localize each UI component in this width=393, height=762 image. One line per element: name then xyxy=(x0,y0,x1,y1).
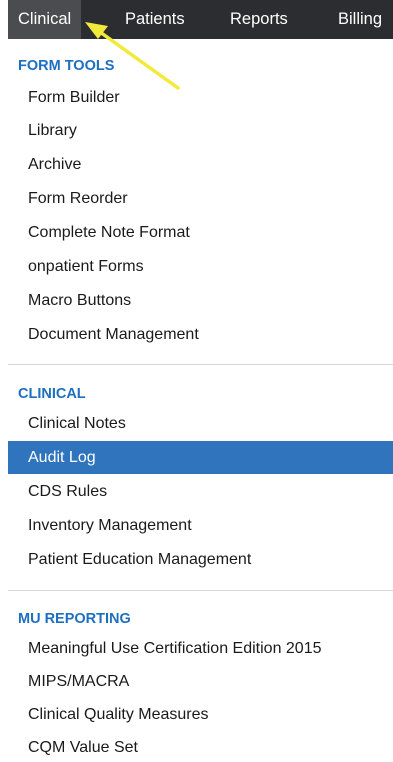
menu-item-label: Library xyxy=(28,122,77,139)
menu-item-label: onpatient Forms xyxy=(28,258,144,275)
menu-item-label: Document Management xyxy=(28,326,199,343)
menu-item-library[interactable]: Library xyxy=(8,114,393,147)
menu-item-archive[interactable]: Archive xyxy=(8,148,393,181)
page: Clinical Patients Reports Billing FORM T… xyxy=(0,0,393,762)
nav-tab-patients[interactable]: Patients xyxy=(125,0,185,39)
menu-item-label: Clinical Notes xyxy=(28,415,126,432)
section-divider xyxy=(8,364,393,365)
menu-item-label: Complete Note Format xyxy=(28,224,190,241)
nav-tab-clinical[interactable]: Clinical xyxy=(8,0,82,39)
menu-item-form-builder[interactable]: Form Builder xyxy=(8,81,393,114)
menu-item-label: Inventory Management xyxy=(28,517,192,534)
menu-item-macro-buttons[interactable]: Macro Buttons xyxy=(8,284,393,317)
menu-item-clinical-notes[interactable]: Clinical Notes xyxy=(8,407,393,440)
menu-item-document-management[interactable]: Document Management xyxy=(8,318,393,351)
menu-item-label: Clinical Quality Measures xyxy=(28,706,209,723)
menu-item-label: Macro Buttons xyxy=(28,292,132,309)
menu-item-label: Audit Log xyxy=(28,449,96,466)
menu-item-complete-note-format[interactable]: Complete Note Format xyxy=(8,216,393,249)
menu-item-label: CDS Rules xyxy=(28,483,108,500)
menu-item-clinical-quality-measures[interactable]: Clinical Quality Measures xyxy=(8,698,393,731)
menu-item-onpatient-forms[interactable]: onpatient Forms xyxy=(8,250,393,283)
menu-item-cds-rules[interactable]: CDS Rules xyxy=(8,475,393,508)
menu-item-form-reorder[interactable]: Form Reorder xyxy=(8,182,393,215)
section-title-form-tools: FORM TOOLS xyxy=(18,58,115,74)
section-title-mu-reporting: MU REPORTING xyxy=(18,611,131,627)
menu-item-audit-log[interactable]: Audit Log xyxy=(8,441,393,474)
menu-item-label: MIPS/MACRA xyxy=(28,673,130,690)
menu-item-inventory-management[interactable]: Inventory Management xyxy=(8,509,393,542)
menu-item-patient-education-management[interactable]: Patient Education Management xyxy=(8,543,393,576)
section-title-clinical: CLINICAL xyxy=(18,386,86,402)
menu-item-meaningful-use-certification[interactable]: Meaningful Use Certification Edition 201… xyxy=(8,632,393,665)
nav-tab-billing[interactable]: Billing xyxy=(338,0,382,39)
menu-item-label: Meaningful Use Certification Edition 201… xyxy=(28,640,322,657)
menu-item-label: Archive xyxy=(28,156,82,173)
nav-tab-reports[interactable]: Reports xyxy=(230,0,288,39)
top-nav-bar: Clinical Patients Reports Billing xyxy=(8,0,393,39)
menu-item-cqm-value-set[interactable]: CQM Value Set xyxy=(8,731,393,762)
menu-item-label: Form Builder xyxy=(28,89,120,106)
section-divider xyxy=(8,590,393,591)
menu-item-label: Patient Education Management xyxy=(28,551,252,568)
menu-item-label: CQM Value Set xyxy=(28,739,138,756)
menu-item-mips-macra[interactable]: MIPS/MACRA xyxy=(8,665,393,698)
menu-item-label: Form Reorder xyxy=(28,190,128,207)
